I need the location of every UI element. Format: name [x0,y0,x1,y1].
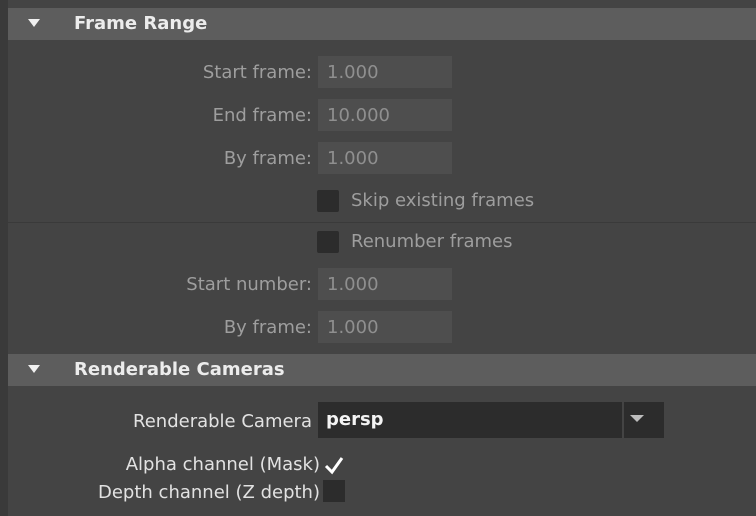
renderable-camera-label: Renderable Camera [133,411,312,432]
renderable-camera-dropdown[interactable]: persp [318,402,664,438]
renumber-frames-label: Renumber frames [351,231,513,252]
frame-range-title: Frame Range [74,13,208,34]
collapse-triangle-icon[interactable] [28,365,40,373]
collapse-triangle-icon[interactable] [28,19,40,27]
alpha-channel-label: Alpha channel (Mask) [125,454,320,475]
renderable-camera-value: persp [326,409,384,430]
panel-left-edge [0,0,8,516]
dropdown-divider [622,402,624,438]
depth-channel-checkbox[interactable] [323,480,345,502]
by-frame-field[interactable]: 1.000 [318,142,452,174]
start-frame-label: Start frame: [202,62,312,83]
alpha-channel-checkbox[interactable] [323,454,345,476]
renumber-by-frame-label: By frame: [223,317,312,338]
frame-range-header[interactable]: Frame Range [8,8,756,40]
depth-channel-label: Depth channel (Z depth) [98,482,320,503]
chevron-down-icon[interactable] [630,415,644,422]
renderable-cameras-header[interactable]: Renderable Cameras [8,354,756,386]
end-frame-label: End frame: [212,105,312,126]
skip-existing-label: Skip existing frames [351,190,535,211]
skip-existing-checkbox[interactable] [317,190,339,212]
renderable-cameras-title: Renderable Cameras [74,359,285,380]
end-frame-field[interactable]: 10.000 [318,99,452,131]
start-number-field[interactable]: 1.000 [318,268,452,300]
renumber-frames-checkbox[interactable] [317,231,339,253]
checkmark-icon [324,457,344,475]
render-settings-panel: Frame Range Start frame: 1.000 End frame… [0,0,756,516]
renumber-by-frame-field[interactable]: 1.000 [318,311,452,343]
start-number-label: Start number: [186,274,312,295]
by-frame-label: By frame: [223,148,312,169]
divider [8,222,756,223]
start-frame-field[interactable]: 1.000 [318,56,452,88]
